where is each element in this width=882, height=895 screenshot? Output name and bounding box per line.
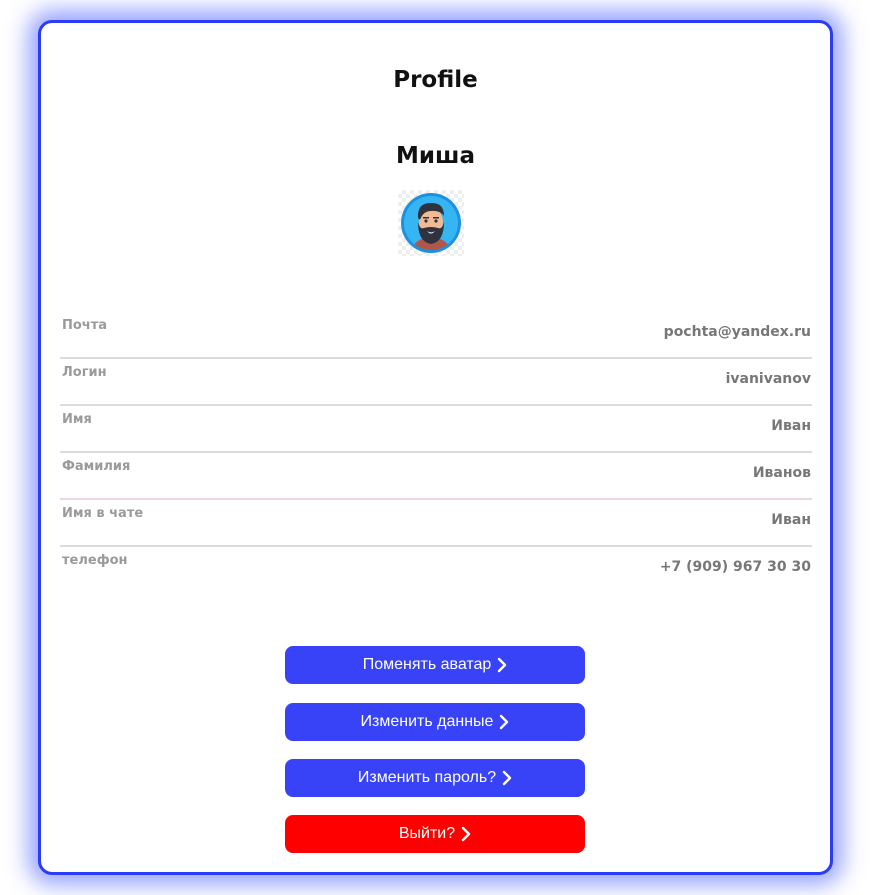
change-avatar-button[interactable]: Поменять аватар xyxy=(285,646,585,684)
field-value: Иван xyxy=(771,512,811,528)
field-value: Иванов xyxy=(752,465,811,481)
avatar[interactable] xyxy=(398,190,464,256)
chevron-right-icon xyxy=(502,770,512,786)
field-label: Фамилия xyxy=(62,459,131,474)
button-label: Поменять аватар xyxy=(362,656,492,673)
field-row-email: Почта pochta@yandex.ru xyxy=(60,312,812,359)
page-title: Profile xyxy=(393,67,478,93)
logout-button[interactable]: Выйти? xyxy=(285,815,585,853)
field-label: Имя xyxy=(62,412,92,427)
field-value: +7 (909) 967 30 30 xyxy=(659,559,811,575)
field-label: Имя в чате xyxy=(62,506,144,521)
chevron-right-icon xyxy=(461,826,471,842)
change-data-button[interactable]: Изменить данные xyxy=(285,703,585,741)
field-row-phone: телефон +7 (909) 967 30 30 xyxy=(60,547,812,592)
field-row-last-name: Фамилия Иванов xyxy=(60,453,812,500)
bearded-man-avatar-icon xyxy=(401,193,461,253)
field-label: телефон xyxy=(62,553,128,568)
field-label: Логин xyxy=(62,365,107,380)
field-row-display-name: Имя в чате Иван xyxy=(60,500,812,547)
user-display-name: Миша xyxy=(396,143,475,169)
field-row-first-name: Имя Иван xyxy=(60,406,812,453)
field-label: Почта xyxy=(62,318,108,333)
button-label: Выйти? xyxy=(398,825,456,842)
field-value: ivanivanov xyxy=(725,371,811,387)
profile-fields: Почта pochta@yandex.ru Логин ivanivanov … xyxy=(60,312,812,592)
chevron-right-icon xyxy=(498,657,507,673)
profile-card: Profile Миша Почта pochta@yandex.ru Логи… xyxy=(38,20,833,875)
change-password-button[interactable]: Изменить пароль? xyxy=(285,759,585,797)
button-label: Изменить пароль? xyxy=(357,769,497,786)
field-value: Иван xyxy=(771,418,811,434)
button-label: Изменить данные xyxy=(360,713,494,730)
field-row-login: Логин ivanivanov xyxy=(60,359,812,406)
field-value: pochta@yandex.ru xyxy=(663,324,811,340)
chevron-right-icon xyxy=(500,714,509,730)
